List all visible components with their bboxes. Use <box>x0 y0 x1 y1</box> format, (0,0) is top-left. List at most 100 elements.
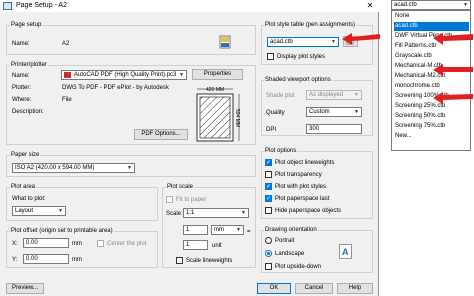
dpi-label: DPI <box>266 127 277 133</box>
dwg-file-icon <box>218 35 232 49</box>
what-to-plot-select[interactable]: Layout ▼ <box>12 206 66 216</box>
offset-x-unit: mm <box>72 241 82 247</box>
plot-style-table-group-title: Plot style table (pen assignments) <box>264 21 357 29</box>
plot-style-table-select[interactable]: acad.ctb ▼ <box>267 37 339 47</box>
hide-paperspace-objects-label: Hide paperspace objects <box>275 208 342 214</box>
hide-paperspace-objects-checkbox[interactable] <box>265 207 272 214</box>
landscape-radio[interactable] <box>265 250 272 257</box>
scale-equals-sign: = <box>247 229 251 235</box>
chevron-down-icon: ▼ <box>127 165 132 171</box>
quality-select[interactable]: Custom ▼ <box>306 107 362 117</box>
where-value: File <box>62 97 72 103</box>
chevron-down-icon: ▼ <box>179 72 184 78</box>
cancel-button[interactable]: Cancel <box>295 283 333 294</box>
shade-plot-select[interactable]: As displayed ▼ <box>306 90 362 100</box>
what-to-plot-label: What to plot: <box>12 196 46 202</box>
pdf-printer-icon <box>64 72 71 78</box>
dropdown-item-acad[interactable]: acad.ctb <box>394 22 469 31</box>
properties-button[interactable]: Properties <box>192 69 243 80</box>
dropdown-item-none[interactable]: None <box>394 12 469 21</box>
svg-text:A: A <box>342 247 349 257</box>
scale-select[interactable]: 1:1 ▼ <box>183 208 249 218</box>
center-plot-checkbox[interactable] <box>97 240 104 247</box>
plot-paperspace-last-checkbox[interactable]: ✓ <box>265 195 272 202</box>
annotation-arrow-monochrome <box>433 92 473 104</box>
fit-to-paper-checkbox[interactable] <box>166 196 173 203</box>
scale-lineweights-checkbox[interactable] <box>176 257 183 264</box>
description-label: Description: <box>12 109 44 115</box>
fit-to-paper-label: Fit to paper <box>176 197 207 203</box>
scale-value: 1:1 <box>186 210 195 216</box>
pdf-options-button[interactable]: PDF Options... <box>134 129 188 140</box>
plot-style-dropdown-header[interactable]: acad.ctb ▼ <box>391 0 471 10</box>
printer-name-value: AutoCAD PDF (High Quality Print).pc3 <box>74 72 177 78</box>
display-plot-styles-label: Display plot styles <box>277 54 326 60</box>
plot-style-table-value: acad.ctb <box>270 39 293 45</box>
annotation-arrow-grayscale <box>433 64 473 76</box>
orientation-preview-icon: A <box>339 244 352 259</box>
chevron-down-icon: ▼ <box>58 208 63 214</box>
preview-height-label: 594 MM <box>234 108 241 128</box>
help-button[interactable]: Help <box>337 283 373 294</box>
paper-size-select[interactable]: ISO A2 (420.00 x 594.00 MM) ▼ <box>12 163 135 173</box>
center-plot-label: Center the plot <box>107 241 147 247</box>
annotation-arrow-acad <box>433 33 473 45</box>
scale-label: Scale: <box>166 211 183 217</box>
dropdown-item-grayscale[interactable]: Grayscale.ctb <box>394 52 469 61</box>
dropdown-item-screening-50[interactable]: Screening 50%.ctb <box>394 112 469 121</box>
plot-scale-group-title: Plot scale <box>166 183 195 191</box>
shade-plot-label: Shade plot <box>266 93 295 99</box>
annotation-arrow-plot-style <box>342 33 380 45</box>
plotter-label: Plotter: <box>12 85 32 91</box>
plot-offset-group-title: Plot offset (origin set to printable are… <box>10 227 114 235</box>
plot-paperspace-last-label: Plot paperspace last <box>275 196 330 202</box>
quality-label: Quality <box>266 110 285 116</box>
plot-upside-down-checkbox[interactable] <box>265 263 272 270</box>
offset-y-input[interactable]: 0.00 <box>23 254 69 264</box>
what-to-plot-value: Layout <box>15 208 34 214</box>
plot-area-group-title: Plot area <box>10 183 37 191</box>
dropdown-item-screening-75[interactable]: Screening 75%.ctb <box>394 122 469 131</box>
plot-options-group-title: Plot options <box>264 147 298 155</box>
offset-y-label: Y: <box>12 257 18 263</box>
offset-y-unit: mm <box>72 257 82 263</box>
printer-name-select[interactable]: AutoCAD PDF (High Quality Print).pc3 ▼ <box>61 70 187 80</box>
plot-object-lineweights-label: Plot object lineweights <box>275 160 335 166</box>
plot-with-plot-styles-checkbox[interactable]: ✓ <box>265 183 272 190</box>
display-plot-styles-checkbox[interactable] <box>267 53 274 60</box>
portrait-label: Portrait <box>275 238 295 244</box>
printer-plotter-group-title: Printer/plotter <box>10 61 49 69</box>
plot-style-dropdown-value: acad.ctb <box>394 2 417 8</box>
scale-drawing-units-input[interactable]: 1 <box>183 240 208 250</box>
plot-object-lineweights-checkbox[interactable]: ✓ <box>265 159 272 166</box>
plot-transparency-checkbox[interactable] <box>265 171 272 178</box>
shade-plot-value: As displayed <box>309 92 344 98</box>
preview-button[interactable]: Preview... <box>6 283 44 294</box>
page-setup-name-value: A2 <box>62 41 70 47</box>
plot-upside-down-label: Plot upside-down <box>275 264 322 270</box>
shaded-viewport-group-title: Shaded viewport options <box>264 76 332 84</box>
chevron-down-icon: ▼ <box>236 227 241 233</box>
autocad-app-icon <box>3 2 12 10</box>
plotter-value: DWG To PDF - PDF ePlot - by Autodesk <box>62 85 169 91</box>
offset-x-input[interactable]: 0.00 <box>23 238 69 248</box>
portrait-radio[interactable] <box>265 237 272 244</box>
preview-width-label: 420 MM <box>206 87 225 93</box>
chevron-down-icon: ▼ <box>463 2 468 8</box>
page-setup-group-title: Page setup <box>10 21 43 29</box>
close-icon[interactable]: ✕ <box>361 0 379 12</box>
scale-units-select[interactable]: mm ▼ <box>211 225 244 235</box>
dpi-input[interactable]: 300 <box>306 124 362 134</box>
chevron-down-icon: ▼ <box>241 210 246 216</box>
chevron-down-icon: ▼ <box>331 39 336 45</box>
scale-units-value: mm <box>214 227 224 233</box>
dropdown-item-new[interactable]: New... <box>394 132 469 141</box>
chevron-down-icon: ▼ <box>354 109 359 115</box>
page-setup-dialog: Page Setup - A2 ✕ Page setup Name: A2 Pr… <box>0 0 379 296</box>
drawing-orientation-group-title: Drawing orientation <box>264 226 318 234</box>
page-setup-name-label: Name: <box>12 41 30 47</box>
scale-paper-units-input[interactable]: 1 <box>183 225 208 235</box>
where-label: Where: <box>12 97 32 103</box>
ok-button[interactable]: OK <box>257 283 291 294</box>
quality-value: Custom <box>309 109 330 115</box>
